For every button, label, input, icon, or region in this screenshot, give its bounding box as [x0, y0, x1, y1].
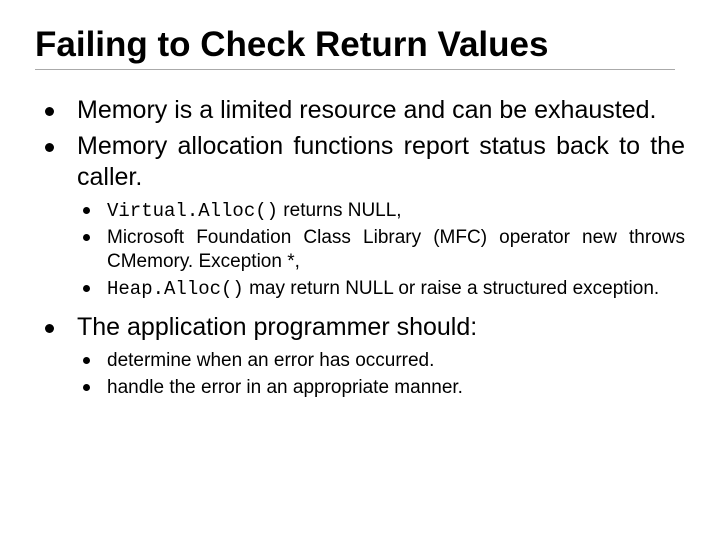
- bullet-memory-limited: Memory is a limited resource and can be …: [35, 95, 685, 126]
- slide-title: Failing to Check Return Values: [35, 25, 675, 70]
- main-list: Memory is a limited resource and can be …: [35, 95, 685, 193]
- bullet-programmer-should: The application programmer should:: [35, 312, 685, 343]
- text-heap-alloc-rest: may return NULL or raise a structured ex…: [244, 278, 659, 299]
- sub-heap-alloc: Heap.Alloc() may return NULL or raise a …: [77, 277, 685, 302]
- sub-handle-error: handle the error in an appropriate manne…: [77, 376, 685, 401]
- sub-list-alloc: Virtual.Alloc() returns NULL, Microsoft …: [77, 199, 685, 302]
- main-list-2: The application programmer should:: [35, 312, 685, 343]
- sub-determine-error: determine when an error has occurred.: [77, 349, 685, 374]
- code-heap-alloc: Heap.Alloc(): [107, 278, 244, 300]
- bullet-alloc-report: Memory allocation functions report statu…: [35, 131, 685, 194]
- code-virtual-alloc: Virtual.Alloc(): [107, 200, 278, 222]
- sub-list-programmer: determine when an error has occurred. ha…: [77, 349, 685, 400]
- sub-mfc: Microsoft Foundation Class Library (MFC)…: [77, 226, 685, 275]
- text-virtual-alloc-rest: returns NULL,: [278, 200, 402, 221]
- sub-virtual-alloc: Virtual.Alloc() returns NULL,: [77, 199, 685, 224]
